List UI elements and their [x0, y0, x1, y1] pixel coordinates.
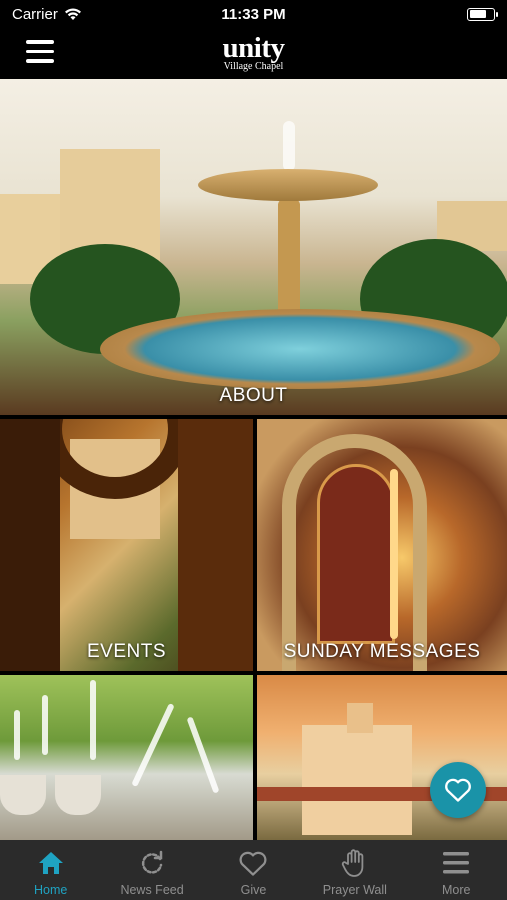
tab-more[interactable]: More [406, 848, 506, 897]
home-icon [37, 848, 65, 878]
carrier-label: Carrier [12, 5, 58, 23]
tile-about-label: ABOUT [219, 385, 288, 406]
urn [0, 775, 46, 815]
tile-fountain[interactable] [0, 675, 253, 840]
arch [40, 419, 190, 499]
heart-icon [238, 848, 268, 878]
heart-icon [445, 778, 471, 802]
tab-home-label: Home [34, 883, 68, 897]
tile-sunday-messages-label: SUNDAY MESSAGES [283, 641, 481, 662]
battery-icon [467, 7, 498, 21]
door [317, 464, 395, 644]
logo-sub-text: Village Chapel [223, 61, 284, 72]
fountain-spray [14, 710, 20, 760]
app-header: unity Village Chapel [0, 28, 507, 78]
tab-more-label: More [442, 883, 471, 897]
tab-prayer-wall[interactable]: Prayer Wall [305, 848, 405, 897]
battery-fill [469, 10, 486, 18]
tab-prayer-wall-label: Prayer Wall [322, 883, 387, 897]
fountain-spray [90, 680, 96, 760]
refresh-icon [138, 848, 166, 878]
status-left: Carrier [12, 6, 82, 23]
tab-news-feed[interactable]: News Feed [102, 848, 202, 897]
building-tower [347, 703, 373, 733]
tab-bar: Home News Feed Give Prayer Wall More [0, 840, 507, 900]
logo-main-text: unity [222, 32, 285, 64]
fountain-bowl [198, 169, 378, 201]
tab-news-feed-label: News Feed [120, 883, 184, 897]
wifi-icon [64, 8, 81, 20]
fountain-spray [186, 716, 220, 794]
tab-give-label: Give [240, 883, 267, 897]
hand-icon [341, 848, 369, 878]
building [302, 725, 412, 835]
urn [55, 775, 101, 815]
status-bar: Carrier 11:33 PM [0, 0, 507, 28]
tab-home[interactable]: Home [1, 848, 101, 897]
fountain-stem [278, 199, 300, 319]
tile-sunday-messages[interactable]: SUNDAY MESSAGES [257, 419, 507, 671]
hamburger-menu-icon[interactable] [26, 40, 54, 66]
arch-pillar-left [0, 419, 60, 671]
fountain-spray [131, 702, 175, 788]
menu-icon [443, 848, 470, 878]
fountain-spray [283, 121, 295, 171]
tile-events[interactable]: EVENTS [0, 419, 253, 671]
fountain-basin [100, 309, 500, 389]
tile-about[interactable]: ABOUT [0, 79, 507, 415]
arch-pillar-right [178, 419, 253, 671]
door-glow [390, 469, 398, 639]
fountain-spray [42, 695, 48, 755]
favorite-button[interactable] [430, 762, 486, 818]
tab-give[interactable]: Give [203, 848, 303, 897]
tile-events-label: EVENTS [86, 641, 167, 662]
app-logo: unity Village Chapel [223, 34, 285, 72]
